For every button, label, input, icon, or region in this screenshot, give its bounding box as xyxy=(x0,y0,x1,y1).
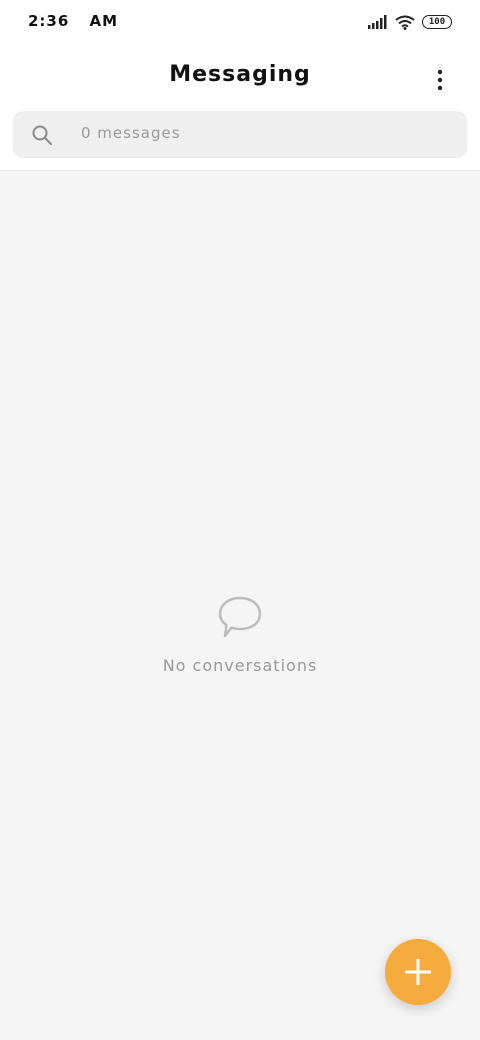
search-input[interactable]: 0 messages xyxy=(13,111,467,158)
status-icons: 100 xyxy=(368,13,452,31)
battery-level: 100 xyxy=(428,17,446,27)
battery-icon: 100 xyxy=(422,15,452,29)
wifi-icon xyxy=(395,15,415,30)
status-time-period: AM xyxy=(89,12,119,30)
search-placeholder: 0 messages xyxy=(81,124,181,142)
status-time: 2:36 AM xyxy=(28,12,118,30)
more-options-button[interactable] xyxy=(420,60,460,100)
empty-state-text: No conversations xyxy=(162,656,318,675)
more-vertical-icon xyxy=(437,69,443,91)
plus-icon xyxy=(405,959,431,985)
status-bar: 2:36 AM 100 xyxy=(0,0,480,44)
empty-state: No conversations xyxy=(0,594,480,675)
new-conversation-button[interactable] xyxy=(385,939,451,1005)
status-time-value: 2:36 xyxy=(28,12,70,30)
messaging-screen: 2:36 AM 100 Messaging 0 messages No conv… xyxy=(0,0,480,1040)
page-title: Messaging xyxy=(169,62,311,87)
app-header: Messaging xyxy=(0,44,480,108)
signal-icon xyxy=(368,15,387,29)
search-icon xyxy=(32,125,52,145)
chat-bubble-icon xyxy=(218,596,262,638)
top-area: 2:36 AM 100 Messaging 0 messages xyxy=(0,0,480,171)
